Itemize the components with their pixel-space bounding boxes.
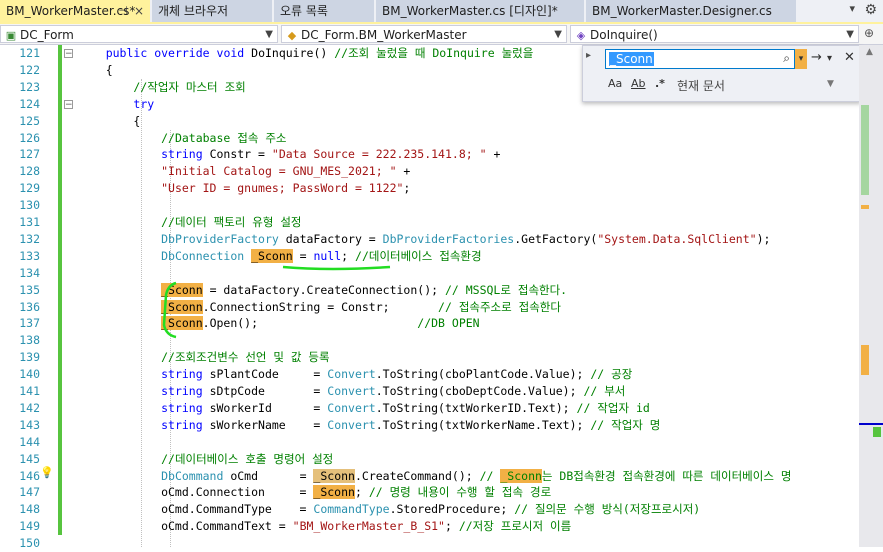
tab-label: BM_WorkerMaster.cs [디자인]* (382, 4, 558, 18)
tab-designer-view[interactable]: BM_WorkerMaster.cs [디자인]* (376, 0, 584, 22)
chevron-down-icon: ▼ (554, 29, 562, 40)
method-icon: ◈ (576, 29, 586, 42)
tab-label: BM_WorkerMaster.cs* (6, 4, 136, 18)
member-dropdown[interactable]: ◈ DoInquire() ▼ (570, 25, 859, 43)
tab-object-browser[interactable]: 개체 브라우저 (152, 0, 272, 22)
project-name: DC_Form (20, 28, 74, 42)
search-history-dropdown[interactable]: ▾ (795, 49, 807, 69)
match-case-toggle[interactable]: Aa (608, 77, 622, 90)
quick-find-widget: ▸ _Sconn ⌕ ▾ → ▾ ✕ Aa Ab .* 현재 문서 ▼ (582, 45, 861, 102)
csharp-project-icon: ▣ (5, 29, 17, 42)
scroll-up-icon[interactable]: ▲ (866, 47, 873, 57)
tab-bm-workermaster-cs[interactable]: BM_WorkerMaster.cs* ⊣ × (0, 0, 150, 22)
find-input[interactable]: _Sconn ⌕ (605, 49, 795, 69)
close-icon[interactable]: ✕ (844, 50, 855, 65)
tab-designer-cs[interactable]: BM_WorkerMaster.Designer.cs (586, 0, 796, 22)
scroll-caret-marker (859, 423, 883, 425)
find-scope[interactable]: 현재 문서 (677, 77, 725, 94)
scroll-find-marker (861, 205, 869, 209)
gear-icon[interactable]: ⚙ (864, 2, 877, 18)
class-icon: ◆ (287, 29, 297, 42)
scroll-change-marker (873, 427, 881, 437)
document-tab-strip: BM_WorkerMaster.cs* ⊣ × 개체 브라우저 오류 목록 BM… (0, 0, 883, 23)
member-name: DoInquire() (590, 28, 658, 42)
bracket-annotation (162, 281, 177, 339)
tab-label: 오류 목록 (280, 4, 328, 18)
find-query: _Sconn (609, 52, 654, 66)
underline-annotation (282, 265, 391, 271)
chevron-down-icon: ▼ (265, 29, 273, 40)
whole-word-toggle[interactable]: Ab (631, 77, 646, 90)
find-options-dropdown-icon[interactable]: ▾ (827, 53, 832, 64)
scroll-change-marker (861, 105, 869, 195)
close-icon[interactable]: × (134, 0, 144, 22)
chevron-down-icon: ▼ (846, 29, 854, 40)
toggle-replace-icon[interactable]: ▸ (586, 50, 591, 61)
tab-label: BM_WorkerMaster.Designer.cs (592, 4, 772, 18)
pin-icon[interactable]: ⊣ (118, 0, 128, 22)
class-dropdown[interactable]: ◆ DC_Form.BM_WorkerMaster ▼ (281, 25, 567, 43)
vertical-scrollbar[interactable]: ▲ (859, 45, 883, 547)
class-name: DC_Form.BM_WorkerMaster (301, 28, 467, 42)
annotation-marks (162, 265, 391, 339)
project-dropdown[interactable]: ▣ DC_Form ▼ (0, 25, 278, 43)
search-icon[interactable]: ⌕ (783, 51, 790, 66)
regex-toggle[interactable]: .* (655, 77, 665, 90)
code-editor[interactable]: 121 public override void DoInquire() //조… (0, 45, 883, 550)
chevron-down-icon[interactable]: ▼ (827, 79, 834, 89)
scroll-find-marker (861, 345, 869, 375)
tab-overflow-icon[interactable]: ▾ (849, 2, 855, 15)
tab-label: 개체 브라우저 (158, 4, 229, 18)
find-next-icon[interactable]: → (811, 50, 822, 65)
tab-error-list[interactable]: 오류 목록 (274, 0, 374, 22)
split-editor-icon[interactable]: ⊕ (864, 26, 874, 40)
navigation-bar: ▣ DC_Form ▼ ◆ DC_Form.BM_WorkerMaster ▼ ◈ D… (0, 24, 883, 45)
